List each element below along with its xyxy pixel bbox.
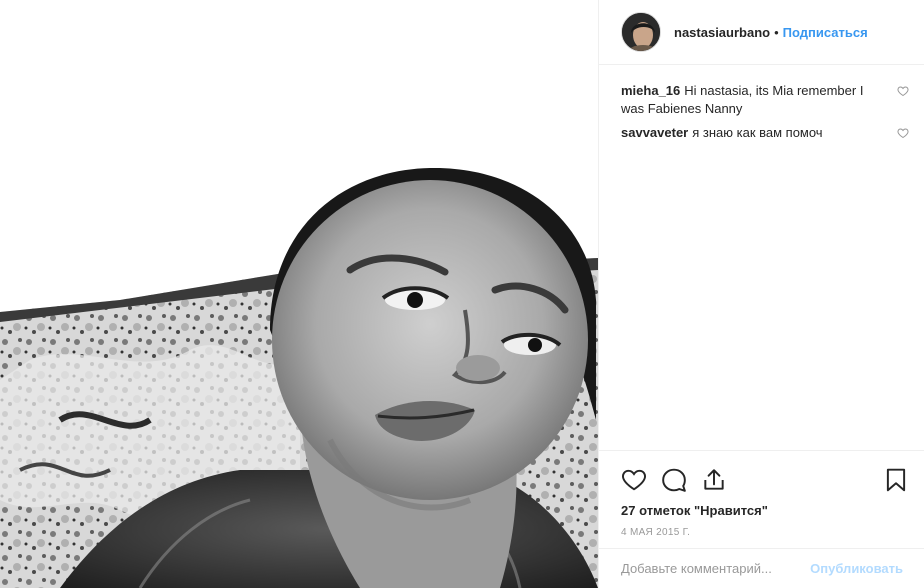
small-heart-icon[interactable] <box>897 126 911 140</box>
small-heart-icon[interactable] <box>897 84 911 98</box>
post-photo[interactable] <box>0 0 598 588</box>
follow-button[interactable]: Подписаться <box>783 25 868 40</box>
avatar-image <box>622 13 660 51</box>
avatar[interactable] <box>621 12 661 52</box>
comment-text: я знаю как вам помоч <box>692 125 823 140</box>
likes-count[interactable]: 27 отметок "Нравится" <box>621 503 909 518</box>
publish-button[interactable]: Опубликовать <box>810 561 903 576</box>
heart-icon[interactable] <box>621 467 647 493</box>
comment-item: mieha_16 Hi nastasia, its Mia remember I … <box>621 82 911 118</box>
portrait-image <box>0 0 598 588</box>
post-username[interactable]: nastasiaurbano <box>674 25 770 40</box>
comment-bubble-icon[interactable] <box>661 467 687 493</box>
comment-username[interactable]: mieha_16 <box>621 83 680 98</box>
post-header: nastasiaurbano • Подписаться <box>599 0 924 65</box>
post-side-panel: nastasiaurbano • Подписаться mieha_16 Hi … <box>598 0 924 588</box>
comment-item: savvaveter я знаю как вам помоч <box>621 124 911 142</box>
share-icon[interactable] <box>701 467 727 493</box>
add-comment-bar: Добавьте комментарий... Опубликовать <box>599 548 924 588</box>
comment-username[interactable]: savvaveter <box>621 125 688 140</box>
bookmark-icon[interactable] <box>883 467 909 493</box>
comment-input[interactable]: Добавьте комментарий... <box>621 561 810 576</box>
post-actions: 27 отметок "Нравится" 4 МАЯ 2015 Г. <box>599 450 924 538</box>
header-separator: • <box>774 24 779 40</box>
post-date[interactable]: 4 МАЯ 2015 Г. <box>621 527 909 538</box>
action-icon-row <box>621 459 909 501</box>
comments-list: mieha_16 Hi nastasia, its Mia remember I … <box>621 82 911 148</box>
